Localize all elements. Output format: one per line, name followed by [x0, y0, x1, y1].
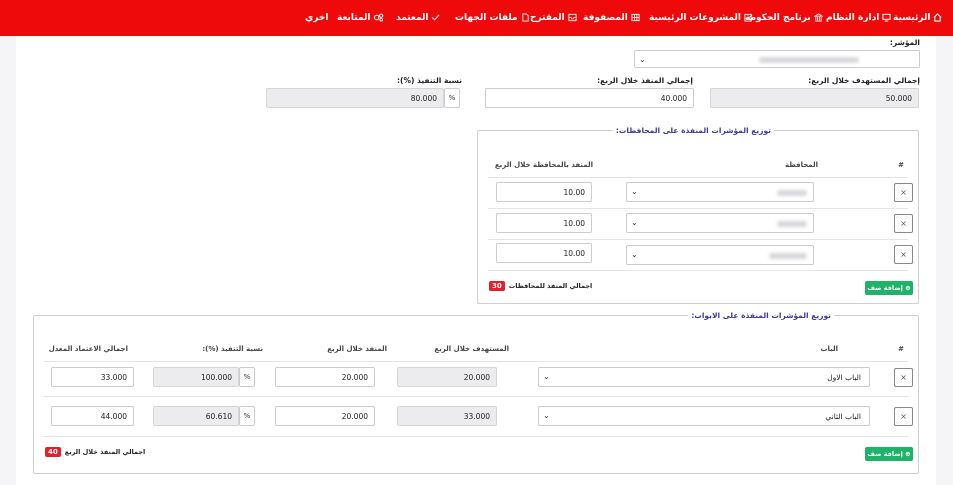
nav-item-main-projects[interactable]: المشروعات الرئيسية	[649, 13, 753, 24]
checklist-icon	[744, 13, 753, 22]
target-label: إجمالي المستهدف خلال الربع:	[808, 76, 920, 85]
plus-circle-icon: ⊕	[905, 284, 911, 292]
grid-icon	[631, 13, 640, 22]
chevron-down-icon: ⌄	[631, 187, 638, 196]
inbox-icon	[568, 13, 577, 22]
nav-item-label: المعتمد	[396, 13, 429, 23]
governorate-achieved-input[interactable]: 10.00	[496, 182, 592, 202]
chapter-select[interactable]: ⌄ الباب الاول	[538, 367, 870, 387]
building-icon	[813, 13, 824, 22]
governorate-select[interactable]: ⌄	[626, 213, 814, 233]
governorate-achieved-input[interactable]: 10.00	[496, 243, 592, 263]
chapter-rate-field: 60.610	[153, 406, 239, 426]
nav-item-home[interactable]: الرئيسية	[893, 13, 942, 24]
governorate-select[interactable]: ⌄	[626, 182, 814, 202]
governorates-total: اجمالي المنفذ للمحافظات30	[489, 281, 592, 291]
chap-col-achieved: المنفذ خلال الربع	[327, 345, 387, 353]
nav-item-entity-files[interactable]: ملفات الجهات	[455, 13, 530, 24]
plus-circle-icon: ⊕	[905, 450, 911, 458]
home-icon	[933, 13, 942, 22]
total-badge: 30	[489, 281, 505, 291]
chevron-down-icon: ⌄	[543, 411, 550, 420]
rate-unit: %	[444, 88, 460, 108]
governorates-section: توزيع المؤشرات المنفذة على المحافظات: # …	[477, 126, 919, 304]
achieved-field[interactable]: 40.000	[485, 88, 694, 108]
chapter-target-field: 20.000	[397, 367, 497, 387]
chap-col-rate: نسبة التنفيذ (%):	[202, 345, 263, 353]
nav-item-label: المصفوفة	[583, 13, 628, 23]
gov-col-num: #	[898, 161, 904, 169]
chapter-rate-field: 100.000	[153, 367, 239, 387]
chapter-select[interactable]: ⌄ الباب الثاني	[538, 406, 870, 426]
chevron-down-icon: ⌄	[631, 218, 638, 227]
total-badge: 40	[45, 447, 61, 457]
nav-item-label: اخري	[305, 13, 329, 23]
nav-item-proposal[interactable]: المقترح	[530, 13, 577, 24]
add-row-button[interactable]: ⊕ إضافة صف	[865, 281, 913, 295]
chapter-approved-input[interactable]: 33.000	[51, 367, 134, 387]
nav-item-gov-program[interactable]: برنامج الحكومة	[745, 13, 824, 24]
remove-row-button[interactable]: ×	[894, 368, 913, 387]
nav-item-matrix[interactable]: المصفوفة	[583, 13, 640, 24]
nav-item-label: الرئيسية	[893, 13, 931, 23]
nav-item-follow-up[interactable]: المتابعة	[337, 13, 384, 24]
rate-label: نسبة التنفيذ (%):	[397, 76, 462, 85]
chap-col-approved: اجمالي الاعتماد المعدل	[48, 345, 128, 353]
main-content: المؤشر: ⌄ إجمالي المستهدف خلال الربع: 50…	[16, 36, 936, 485]
check-icon	[432, 14, 440, 21]
chapter-rate-unit: %	[239, 406, 255, 426]
chapter-achieved-input[interactable]: 20.000	[275, 367, 375, 387]
nav-item-label: ادارة النظام	[826, 13, 880, 23]
chapter-target-field: 33.000	[397, 406, 497, 426]
chevron-down-icon: ⌄	[639, 55, 646, 64]
chapter-achieved-input[interactable]: 20.000	[275, 406, 375, 426]
chapters-title: توزيع المؤشرات المنفذة على الابواب:	[688, 311, 834, 320]
nav-item-label[interactable]: المشروعات الرئيسية	[649, 13, 741, 23]
add-row-button[interactable]: ⊕ إضافة صف	[865, 447, 913, 461]
nav-item-label: المتابعة	[337, 13, 371, 23]
file-icon	[521, 13, 529, 22]
monitor-icon	[882, 13, 891, 22]
chapter-approved-input[interactable]: 44.000	[51, 406, 134, 426]
nav-item-system-admin[interactable]: ادارة النظام	[826, 13, 891, 24]
indicator-label: المؤشر:	[889, 38, 920, 47]
total-label: اجمالي المنفذ خلال الربع	[64, 448, 146, 456]
top-navbar: الرئيسية ادارة النظام برنامج الحكومة الم…	[0, 0, 953, 36]
remove-row-button[interactable]: ×	[894, 183, 913, 202]
total-label: اجمالي المنفذ للمحافظات	[508, 282, 593, 290]
rate-field: 80.000	[266, 88, 444, 108]
governorate-achieved-input[interactable]: 10.00	[496, 213, 592, 233]
target-field: 50.000	[710, 88, 919, 108]
achieved-label: إجمالي المنفذ خلال الربع:	[597, 76, 693, 85]
nav-item-label: برنامج الحكومة	[745, 13, 811, 23]
chapters-section: توزيع المؤشرات المنفذة على الابواب: # ال…	[33, 311, 919, 474]
nav-item-label: ملفات الجهات	[455, 13, 518, 23]
chevron-down-icon: ⌄	[543, 372, 550, 381]
chap-col-target: المستهدف خلال الربع	[434, 345, 509, 353]
nav-item-other[interactable]: اخري	[305, 13, 328, 24]
chap-col-chapter: الباب	[820, 345, 838, 353]
chevron-down-icon: ⌄	[631, 250, 638, 259]
remove-row-button[interactable]: ×	[894, 245, 913, 264]
chapters-total: اجمالي المنفذ خلال الربع40	[45, 447, 145, 457]
gov-col-governorate: المحافظة	[784, 161, 818, 169]
indicator-select[interactable]: ⌄	[634, 50, 920, 68]
remove-row-button[interactable]: ×	[894, 214, 913, 233]
governorates-title: توزيع المؤشرات المنفذة على المحافظات:	[612, 126, 774, 135]
chapter-rate-unit: %	[239, 367, 255, 387]
remove-row-button[interactable]: ×	[894, 407, 913, 426]
nav-item-label: المقترح	[530, 13, 565, 23]
gov-col-achieved: المنفذ بالمحافظة خلال الربع	[494, 161, 593, 169]
governorate-select[interactable]: ⌄	[626, 245, 814, 265]
chap-col-num: #	[898, 345, 904, 353]
nav-item-approved[interactable]: المعتمد	[396, 13, 440, 24]
gears-icon	[374, 13, 384, 22]
